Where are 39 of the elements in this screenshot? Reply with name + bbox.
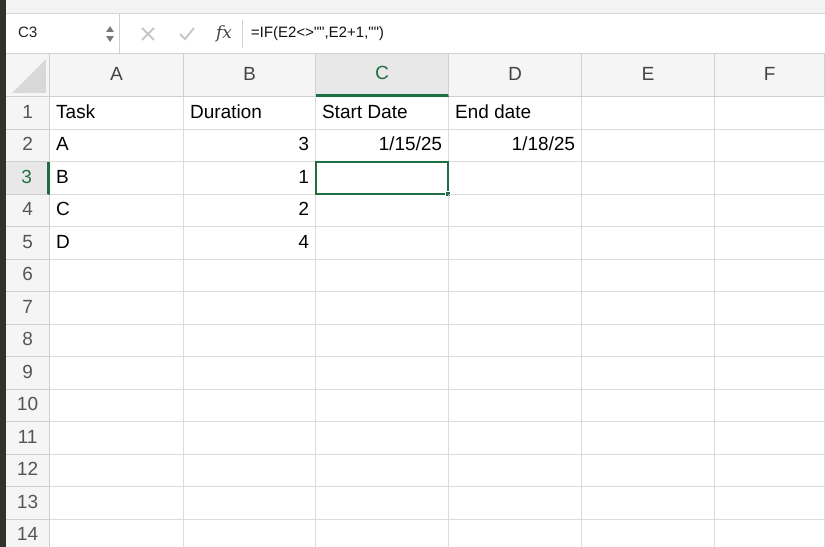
table-cell: B [50, 162, 184, 194]
row-header[interactable]: 1 [6, 97, 50, 130]
function-button[interactable]: fx [216, 20, 232, 46]
row-header[interactable]: 10 [6, 390, 50, 422]
column-header[interactable]: C [316, 54, 449, 97]
name-box[interactable]: C3 [6, 14, 120, 53]
table-cell: 1 [184, 162, 316, 194]
row-header[interactable]: 3 [6, 162, 50, 194]
formula-field[interactable]: =IF(E2<>"",E2+1,"") [242, 20, 825, 48]
row-header[interactable]: 5 [6, 227, 50, 260]
table-cell: 2 [184, 194, 316, 227]
table-cell: 4 [184, 227, 316, 260]
table-cell: Task [50, 97, 184, 130]
table-cell: C [50, 194, 184, 227]
checkmark-icon[interactable] [178, 26, 196, 42]
table-cell: 1/18/25 [449, 130, 582, 162]
row-header[interactable]: 6 [6, 260, 50, 292]
row-header[interactable]: 8 [6, 324, 50, 357]
table-cell: 1/15/25 [316, 130, 449, 162]
table-cell: A [50, 130, 184, 162]
column-header[interactable]: F [715, 54, 825, 97]
table-cell: D [50, 227, 184, 260]
row-header[interactable]: 7 [6, 292, 50, 324]
column-header[interactable]: D [449, 54, 582, 97]
spinner-icon[interactable] [105, 24, 115, 42]
row-header[interactable]: 2 [6, 130, 50, 162]
table-cell: Duration [184, 97, 316, 130]
column-header[interactable]: E [582, 54, 715, 97]
row-header[interactable]: 14 [6, 520, 50, 547]
row-header[interactable]: 4 [6, 194, 50, 227]
table-cell: 3 [184, 130, 316, 162]
row-header[interactable]: 11 [6, 422, 50, 454]
column-header[interactable]: B [184, 54, 316, 97]
row-header[interactable]: 13 [6, 487, 50, 520]
row-header[interactable]: 12 [6, 454, 50, 487]
table-cell: End date [449, 97, 582, 130]
table-cell: Start Date [316, 97, 449, 130]
row-header[interactable]: 9 [6, 357, 50, 390]
column-header[interactable]: A [50, 54, 184, 97]
